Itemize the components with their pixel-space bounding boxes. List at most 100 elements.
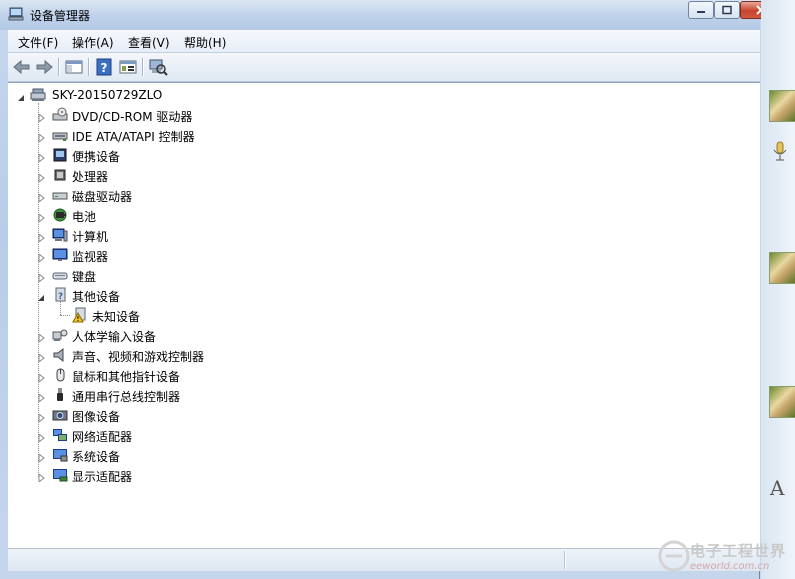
collapse-triangle-icon[interactable] [38, 291, 45, 301]
root-label: SKY-20150729ZLO [52, 88, 163, 102]
computer-icon [52, 227, 68, 243]
imaging-device-icon [52, 407, 68, 423]
expand-triangle-icon[interactable] [38, 391, 45, 404]
tree-root[interactable]: SKY-20150729ZLO [8, 85, 748, 105]
processor-icon [52, 167, 68, 183]
tree-node-label: 其他设备 [72, 290, 121, 304]
expand-triangle-icon[interactable] [38, 211, 45, 224]
disk-drive-icon [52, 187, 68, 203]
tree-node[interactable]: 监视器 [8, 245, 748, 265]
toolbar: ? [8, 53, 760, 82]
tree-node[interactable]: 磁盘驱动器 [8, 185, 748, 205]
menu-view[interactable]: 查看(V) [128, 34, 170, 51]
tree-node[interactable]: 声音、视频和游戏控制器 [8, 345, 748, 365]
tree-node[interactable]: 鼠标和其他指针设备 [8, 365, 748, 385]
tree-node[interactable]: IDE ATA/ATAPI 控制器 [8, 125, 748, 145]
expand-triangle-icon[interactable] [38, 171, 45, 184]
tree-node-label: 图像设备 [72, 410, 121, 424]
menu-help[interactable]: 帮助(H) [184, 34, 226, 51]
tree-node[interactable]: 图像设备 [8, 405, 748, 425]
contact-avatar-thumbnail[interactable] [769, 386, 795, 418]
expand-triangle-icon[interactable] [38, 251, 45, 264]
contact-avatar-thumbnail[interactable] [769, 252, 795, 284]
tree-node-label: 鼠标和其他指针设备 [72, 370, 181, 384]
device-manager-icon [8, 6, 24, 22]
expand-triangle-icon[interactable] [38, 411, 45, 424]
usb-icon [52, 387, 68, 403]
status-bar [8, 548, 760, 571]
menu-file[interactable]: 文件(F) [18, 34, 58, 51]
expand-triangle-icon[interactable] [38, 191, 45, 204]
tree-node[interactable]: 键盘 [8, 265, 748, 285]
font-size-letter[interactable]: A [770, 476, 784, 500]
device-tree: SKY-20150729ZLO DVD/CD-ROM 驱动器 IDE ATA/AT… [8, 82, 760, 548]
tree-node-label: 声音、视频和游戏控制器 [72, 350, 205, 364]
properties-icon[interactable] [118, 57, 138, 77]
expand-triangle-icon[interactable] [38, 331, 45, 344]
tree-node-label: 键盘 [72, 270, 97, 284]
tree-node[interactable]: 网络适配器 [8, 425, 748, 445]
expand-triangle-icon[interactable] [38, 371, 45, 384]
device-manager-window: 设备管理器 文件(F) 操作(A) 查看(V) 帮助(H) ? SKY-2015… [0, 0, 782, 579]
tree-node[interactable]: 系统设备 [8, 445, 748, 465]
expand-triangle-icon[interactable] [38, 351, 45, 364]
expand-triangle-icon[interactable] [38, 271, 45, 284]
help-icon[interactable]: ? [94, 57, 114, 77]
contact-avatar-thumbnail[interactable] [769, 90, 795, 122]
expand-triangle-icon[interactable] [38, 151, 45, 164]
menu-bar: 文件(F) 操作(A) 查看(V) 帮助(H) [8, 30, 760, 53]
battery-icon [52, 207, 68, 223]
minimize-button[interactable] [688, 1, 714, 19]
expand-triangle-icon[interactable] [38, 431, 45, 444]
tree-node-label: 电池 [72, 210, 97, 224]
system-device-icon [52, 447, 68, 463]
tree-node[interactable]: 人体学输入设备 [8, 325, 748, 345]
tree-node-label: 网络适配器 [72, 430, 133, 444]
show-hide-console-tree-icon[interactable] [64, 57, 84, 77]
tree-node-label: 人体学输入设备 [72, 330, 157, 344]
portable-device-icon [52, 147, 68, 163]
expand-triangle-icon[interactable] [38, 111, 45, 124]
maximize-button[interactable] [714, 1, 740, 19]
computer-root-icon [30, 87, 46, 103]
tree-node-label: 显示适配器 [72, 470, 133, 484]
tree-child-label: 未知设备 [92, 310, 141, 324]
expand-triangle-icon[interactable] [38, 231, 45, 244]
unknown-device-warning-icon [72, 307, 88, 323]
tree-node[interactable]: DVD/CD-ROM 驱动器 [8, 105, 748, 125]
tree-node[interactable]: 显示适配器 [8, 465, 748, 485]
tree-node-label: 磁盘驱动器 [72, 190, 133, 204]
expand-triangle-icon[interactable] [38, 451, 45, 464]
tree-node[interactable]: 处理器 [8, 165, 748, 185]
collapse-triangle-icon[interactable] [18, 91, 25, 101]
network-adapter-icon [52, 427, 68, 443]
forward-arrow-icon[interactable] [34, 57, 54, 77]
menu-action[interactable]: 操作(A) [72, 34, 114, 51]
monitor-icon [52, 247, 68, 263]
tree-node-label: 监视器 [72, 250, 109, 264]
tree-node-label: 通用串行总线控制器 [72, 390, 181, 404]
expand-triangle-icon[interactable] [38, 471, 45, 484]
tree-node-label: DVD/CD-ROM 驱动器 [72, 110, 193, 124]
tree-node-label: 系统设备 [72, 450, 121, 464]
tree-node[interactable]: ? 其他设备 [8, 285, 748, 305]
title-bar[interactable]: 设备管理器 [0, 0, 782, 30]
tree-node-label: 计算机 [72, 230, 109, 244]
watermark-text: 电子工程世界 [690, 542, 787, 560]
watermark-url: eeworld.com.cn [690, 561, 770, 572]
tree-node-label: 便携设备 [72, 150, 121, 164]
tree-node[interactable]: 电池 [8, 205, 748, 225]
tree-node[interactable]: 通用串行总线控制器 [8, 385, 748, 405]
tree-node[interactable]: 计算机 [8, 225, 748, 245]
hid-icon [52, 327, 68, 343]
mouse-icon [52, 367, 68, 383]
tree-node[interactable]: 便携设备 [8, 145, 748, 165]
expand-triangle-icon[interactable] [38, 131, 45, 144]
microphone-icon[interactable] [771, 140, 789, 165]
scan-hardware-icon[interactable] [148, 57, 168, 77]
svg-text:?: ? [101, 61, 108, 75]
window-title: 设备管理器 [30, 9, 91, 23]
tree-child-node[interactable]: 未知设备 [8, 305, 748, 325]
display-adapter-icon [52, 467, 68, 483]
back-arrow-icon[interactable] [12, 57, 32, 77]
